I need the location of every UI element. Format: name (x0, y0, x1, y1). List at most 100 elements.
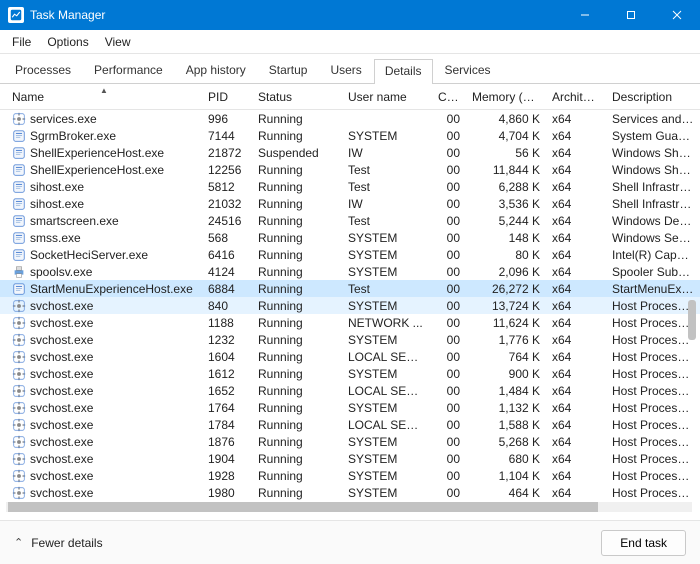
menubar: File Options View (0, 30, 700, 54)
cell-status: Running (252, 384, 342, 398)
cell-user: SYSTEM (342, 265, 432, 279)
cell-status: Running (252, 452, 342, 466)
cell-pid: 6884 (202, 282, 252, 296)
cell-arch: x64 (546, 350, 606, 364)
process-name: spoolsv.exe (30, 265, 92, 279)
table-row[interactable]: svchost.exe1980RunningSYSTEM00464 Kx64Ho… (0, 484, 700, 501)
cell-memory: 1,104 K (466, 469, 546, 483)
table-row[interactable]: SocketHeciServer.exe6416RunningSYSTEM008… (0, 246, 700, 263)
cell-user: SYSTEM (342, 299, 432, 313)
table-row[interactable]: ShellExperienceHost.exe12256RunningTest0… (0, 161, 700, 178)
table-row[interactable]: svchost.exe1876RunningSYSTEM005,268 Kx64… (0, 433, 700, 450)
menu-view[interactable]: View (97, 32, 139, 52)
cell-status: Running (252, 418, 342, 432)
cell-description: Host Process for \ (606, 435, 700, 449)
cell-cpu: 00 (432, 129, 466, 143)
cell-status: Running (252, 350, 342, 364)
tab-services[interactable]: Services (434, 58, 502, 83)
table-row[interactable]: svchost.exe1652RunningLOCAL SERV...001,4… (0, 382, 700, 399)
col-header-cpu[interactable]: CPU (432, 86, 466, 108)
table-row[interactable]: svchost.exe1904RunningSYSTEM00680 Kx64Ho… (0, 450, 700, 467)
cell-memory: 3,536 K (466, 197, 546, 211)
col-header-description[interactable]: Description (606, 86, 700, 108)
vertical-scrollbar-thumb[interactable] (688, 300, 696, 340)
minimize-button[interactable] (562, 0, 608, 30)
cell-memory: 680 K (466, 452, 546, 466)
cell-pid: 5812 (202, 180, 252, 194)
process-name: svchost.exe (30, 384, 93, 398)
cell-arch: x64 (546, 418, 606, 432)
process-name: svchost.exe (30, 418, 93, 432)
cell-description: Host Process for \ (606, 299, 700, 313)
cell-cpu: 00 (432, 112, 466, 126)
col-header-status[interactable]: Status (252, 86, 342, 108)
table-row[interactable]: svchost.exe1928RunningSYSTEM001,104 Kx64… (0, 467, 700, 484)
process-name: svchost.exe (30, 367, 93, 381)
menu-file[interactable]: File (4, 32, 39, 52)
table-row[interactable]: smartscreen.exe24516RunningTest005,244 K… (0, 212, 700, 229)
process-name: sihost.exe (30, 180, 84, 194)
table-row[interactable]: StartMenuExperienceHost.exe6884RunningTe… (0, 280, 700, 297)
table-row[interactable]: svchost.exe1604RunningLOCAL SERV...00764… (0, 348, 700, 365)
cell-arch: x64 (546, 248, 606, 262)
table-row[interactable]: sihost.exe21032RunningIW003,536 Kx64Shel… (0, 195, 700, 212)
process-name: svchost.exe (30, 452, 93, 466)
cell-cpu: 00 (432, 401, 466, 415)
process-icon (12, 401, 26, 415)
tab-app-history[interactable]: App history (175, 58, 257, 83)
process-name: services.exe (30, 112, 97, 126)
table-row[interactable]: svchost.exe840RunningSYSTEM0013,724 Kx64… (0, 297, 700, 314)
scrollbar-thumb[interactable] (8, 502, 598, 512)
table-row[interactable]: svchost.exe1188RunningNETWORK ...0011,62… (0, 314, 700, 331)
table-row[interactable]: svchost.exe1232RunningSYSTEM001,776 Kx64… (0, 331, 700, 348)
tab-details[interactable]: Details (374, 59, 433, 84)
table-row[interactable]: ShellExperienceHost.exe21872SuspendedIW0… (0, 144, 700, 161)
cell-status: Running (252, 401, 342, 415)
cell-user: SYSTEM (342, 452, 432, 466)
col-header-pid[interactable]: PID (202, 86, 252, 108)
tab-performance[interactable]: Performance (83, 58, 174, 83)
col-header-arch[interactable]: Architec... (546, 86, 606, 108)
menu-options[interactable]: Options (39, 32, 96, 52)
cell-arch: x64 (546, 367, 606, 381)
tab-users[interactable]: Users (319, 58, 372, 83)
table-row[interactable]: smss.exe568RunningSYSTEM00148 Kx64Window… (0, 229, 700, 246)
col-header-name[interactable]: Name▲ (6, 86, 202, 108)
process-name: svchost.exe (30, 350, 93, 364)
process-icon (12, 316, 26, 330)
fewer-details-toggle[interactable]: ⌃ Fewer details (14, 536, 103, 550)
cell-cpu: 00 (432, 163, 466, 177)
table-row[interactable]: SgrmBroker.exe7144RunningSYSTEM004,704 K… (0, 127, 700, 144)
table-row[interactable]: svchost.exe1784RunningLOCAL SERV...001,5… (0, 416, 700, 433)
table-row[interactable]: spoolsv.exe4124RunningSYSTEM002,096 Kx64… (0, 263, 700, 280)
col-header-user[interactable]: User name (342, 86, 432, 108)
process-name: StartMenuExperienceHost.exe (30, 282, 193, 296)
cell-pid: 1904 (202, 452, 252, 466)
titlebar[interactable]: Task Manager (0, 0, 700, 30)
close-button[interactable] (654, 0, 700, 30)
cell-memory: 4,704 K (466, 129, 546, 143)
cell-cpu: 00 (432, 469, 466, 483)
cell-arch: x64 (546, 384, 606, 398)
horizontal-scrollbar[interactable] (6, 502, 692, 512)
table-row[interactable]: sihost.exe5812RunningTest006,288 Kx64She… (0, 178, 700, 195)
cell-description: Host Process for \ (606, 486, 700, 500)
cell-pid: 7144 (202, 129, 252, 143)
process-icon (12, 469, 26, 483)
tab-processes[interactable]: Processes (4, 58, 82, 83)
cell-description: Host Process for \ (606, 401, 700, 415)
cell-cpu: 00 (432, 180, 466, 194)
process-icon (12, 146, 26, 160)
tab-startup[interactable]: Startup (258, 58, 319, 83)
cell-description: Windows Shell Ex (606, 163, 700, 177)
table-row[interactable]: svchost.exe1612RunningSYSTEM00900 Kx64Ho… (0, 365, 700, 382)
cell-description: Spooler SubSyste (606, 265, 700, 279)
col-header-memory[interactable]: Memory (ac... (466, 86, 546, 108)
maximize-button[interactable] (608, 0, 654, 30)
cell-description: Host Process for \ (606, 316, 700, 330)
table-row[interactable]: svchost.exe1764RunningSYSTEM001,132 Kx64… (0, 399, 700, 416)
cell-status: Running (252, 469, 342, 483)
end-task-button[interactable]: End task (601, 530, 686, 556)
table-row[interactable]: services.exe996Running004,860 Kx64Servic… (0, 110, 700, 127)
process-icon (12, 486, 26, 500)
